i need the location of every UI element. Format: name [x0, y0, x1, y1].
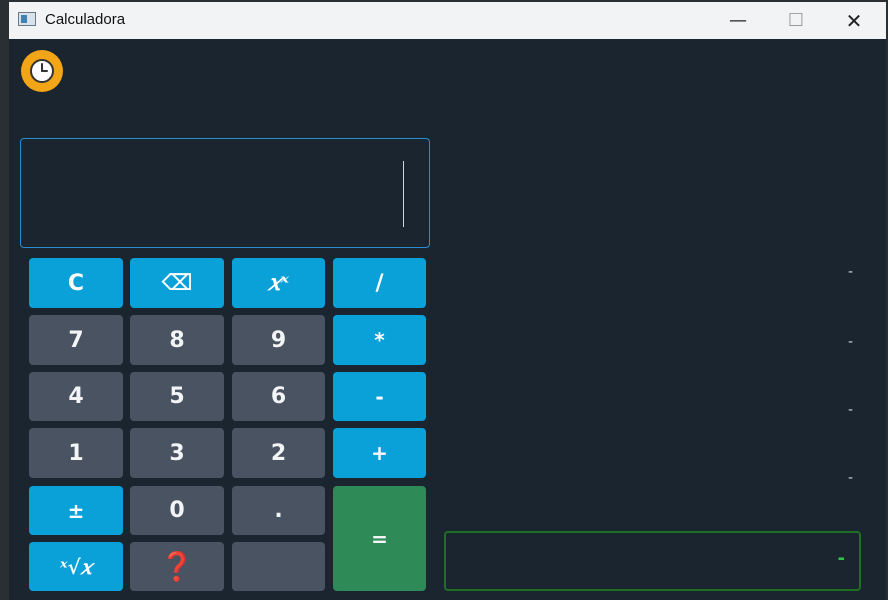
- digit-0-button[interactable]: 0: [130, 486, 224, 535]
- maximize-button[interactable]: ☐: [767, 2, 825, 39]
- minus-button[interactable]: -: [333, 372, 426, 421]
- digit-1-button[interactable]: 1: [29, 428, 123, 478]
- calculator-app-icon: [18, 12, 36, 26]
- clear-button[interactable]: C: [29, 258, 123, 308]
- history-entry: -: [848, 402, 854, 418]
- digit-2-button[interactable]: 2: [232, 428, 325, 478]
- power-button[interactable]: 𝑥ˣ: [232, 258, 325, 308]
- digit-9-button[interactable]: 9: [232, 315, 325, 365]
- history-entry: -: [848, 334, 854, 350]
- question-mark-icon: ❓: [159, 550, 195, 583]
- digit-3-button[interactable]: 3: [130, 428, 224, 478]
- digit-5-button[interactable]: 5: [130, 372, 224, 421]
- history-entry: -: [848, 264, 854, 280]
- decimal-button[interactable]: .: [232, 486, 325, 535]
- history-entry: -: [848, 470, 854, 486]
- title-bar: Calculadora — ☐ ✕: [9, 2, 886, 39]
- digit-7-button[interactable]: 7: [29, 315, 123, 365]
- plus-button[interactable]: +: [333, 428, 426, 478]
- history-button[interactable]: [21, 50, 63, 92]
- sign-toggle-button[interactable]: ±: [29, 486, 123, 535]
- text-caret: [403, 161, 404, 227]
- backspace-button[interactable]: ⌫: [130, 258, 224, 308]
- expression-display[interactable]: [20, 138, 430, 248]
- calculator-window: Calculadora — ☐ ✕ C ⌫ 𝑥ˣ / 7 8 9 * 4 5 6…: [9, 2, 886, 600]
- digit-6-button[interactable]: 6: [232, 372, 325, 421]
- blank-button[interactable]: [232, 542, 325, 591]
- multiply-button[interactable]: *: [333, 315, 426, 365]
- clock-icon: [30, 59, 54, 83]
- minimize-button[interactable]: —: [709, 2, 767, 39]
- digit-8-button[interactable]: 8: [130, 315, 224, 365]
- result-display: -: [444, 531, 861, 591]
- digit-4-button[interactable]: 4: [29, 372, 123, 421]
- close-button[interactable]: ✕: [825, 2, 883, 39]
- root-button[interactable]: ˣ√𝑥: [29, 542, 123, 591]
- window-title: Calculadora: [45, 11, 126, 28]
- result-value: -: [837, 548, 845, 569]
- help-button[interactable]: ❓: [130, 542, 224, 591]
- divide-button[interactable]: /: [333, 258, 426, 308]
- equals-button[interactable]: =: [333, 486, 426, 591]
